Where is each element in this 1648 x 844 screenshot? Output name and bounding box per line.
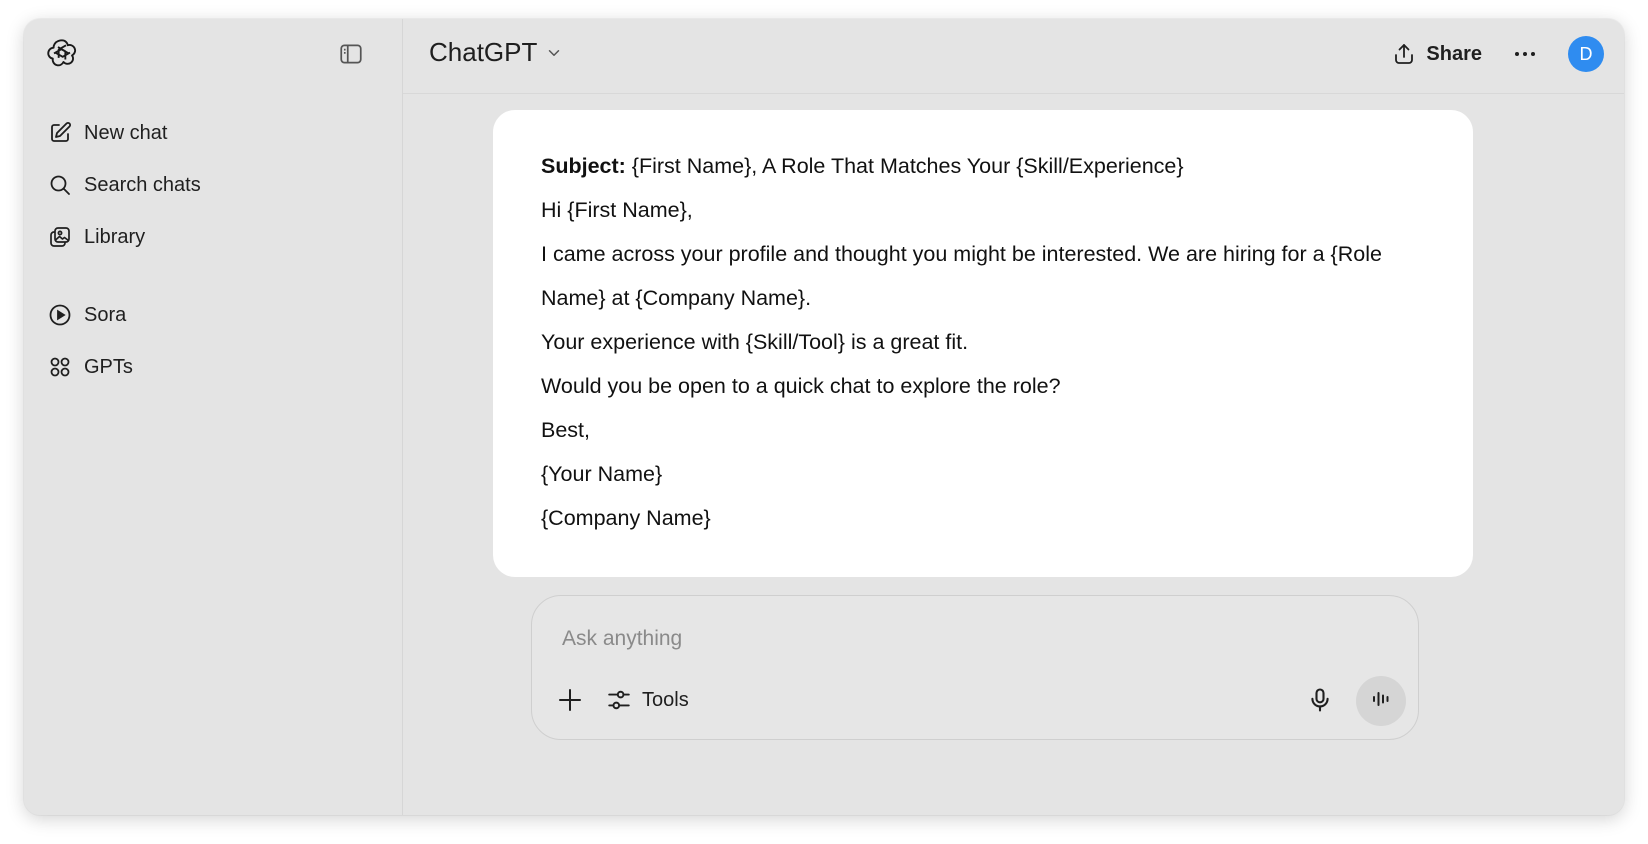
message-line: Best, xyxy=(541,418,590,442)
sidebar-nav: New chat Search chats Library Sora GPTs xyxy=(38,111,388,397)
voice-mode-button[interactable] xyxy=(1356,676,1406,726)
sidebar-item-sora[interactable]: Sora xyxy=(38,293,388,337)
subject-text: {First Name}, A Role That Matches Your {… xyxy=(625,154,1184,178)
message-line: I came across your profile and thought y… xyxy=(541,242,1382,310)
avatar[interactable]: D xyxy=(1568,36,1604,72)
play-circle-icon xyxy=(48,303,72,327)
message-line: Your experience with {Skill/Tool} is a g… xyxy=(541,330,969,354)
more-options-icon[interactable] xyxy=(1510,39,1540,69)
tools-button[interactable]: Tools xyxy=(606,684,689,716)
sidebar-item-gpts[interactable]: GPTs xyxy=(38,345,388,389)
compose-icon xyxy=(48,121,72,145)
message-line: {Company Name} xyxy=(541,506,711,530)
share-label: Share xyxy=(1426,42,1482,65)
sidebar: New chat Search chats Library Sora GPTs xyxy=(24,19,403,815)
app-window: New chat Search chats Library Sora GPTs … xyxy=(24,19,1624,815)
message-line: {Your Name} xyxy=(541,462,663,486)
chevron-down-icon xyxy=(545,44,563,62)
waveform-icon xyxy=(1369,687,1393,716)
assistant-message: Subject: {First Name}, A Role That Match… xyxy=(493,110,1473,577)
grid-icon xyxy=(48,355,72,379)
sidebar-item-new-chat[interactable]: New chat xyxy=(38,111,388,155)
sidebar-item-label: Search chats xyxy=(84,173,201,196)
library-icon xyxy=(48,225,72,249)
sidebar-item-label: Library xyxy=(84,225,146,248)
subject-label: Subject: xyxy=(541,154,626,178)
model-selector[interactable]: ChatGPT xyxy=(429,37,563,68)
sliders-icon xyxy=(606,687,632,713)
toggle-sidebar-icon[interactable] xyxy=(338,41,364,67)
share-icon xyxy=(1392,42,1416,66)
composer: Tools xyxy=(531,595,1419,740)
sidebar-item-label: New chat xyxy=(84,121,168,144)
microphone-icon[interactable] xyxy=(1306,686,1334,714)
message-line: Would you be open to a quick chat to exp… xyxy=(541,374,1061,398)
sidebar-item-label: GPTs xyxy=(84,355,133,378)
openai-logo-icon[interactable] xyxy=(46,37,78,69)
sidebar-item-search-chats[interactable]: Search chats xyxy=(38,163,388,207)
sidebar-item-label: Sora xyxy=(84,303,127,326)
message-line: Hi {First Name}, xyxy=(541,198,693,222)
plus-icon[interactable] xyxy=(556,686,584,714)
top-bar: ChatGPT Share D xyxy=(403,19,1624,94)
message-subject: Subject: {First Name}, A Role That Match… xyxy=(541,144,1425,188)
sidebar-item-library[interactable]: Library xyxy=(38,215,388,259)
model-title: ChatGPT xyxy=(429,37,538,67)
tools-label: Tools xyxy=(642,688,689,711)
search-icon xyxy=(48,173,72,197)
prompt-input[interactable] xyxy=(560,618,1384,660)
main-panel: ChatGPT Share D Subject: {First Name}, A… xyxy=(403,19,1624,815)
share-button[interactable]: Share xyxy=(1392,37,1482,71)
